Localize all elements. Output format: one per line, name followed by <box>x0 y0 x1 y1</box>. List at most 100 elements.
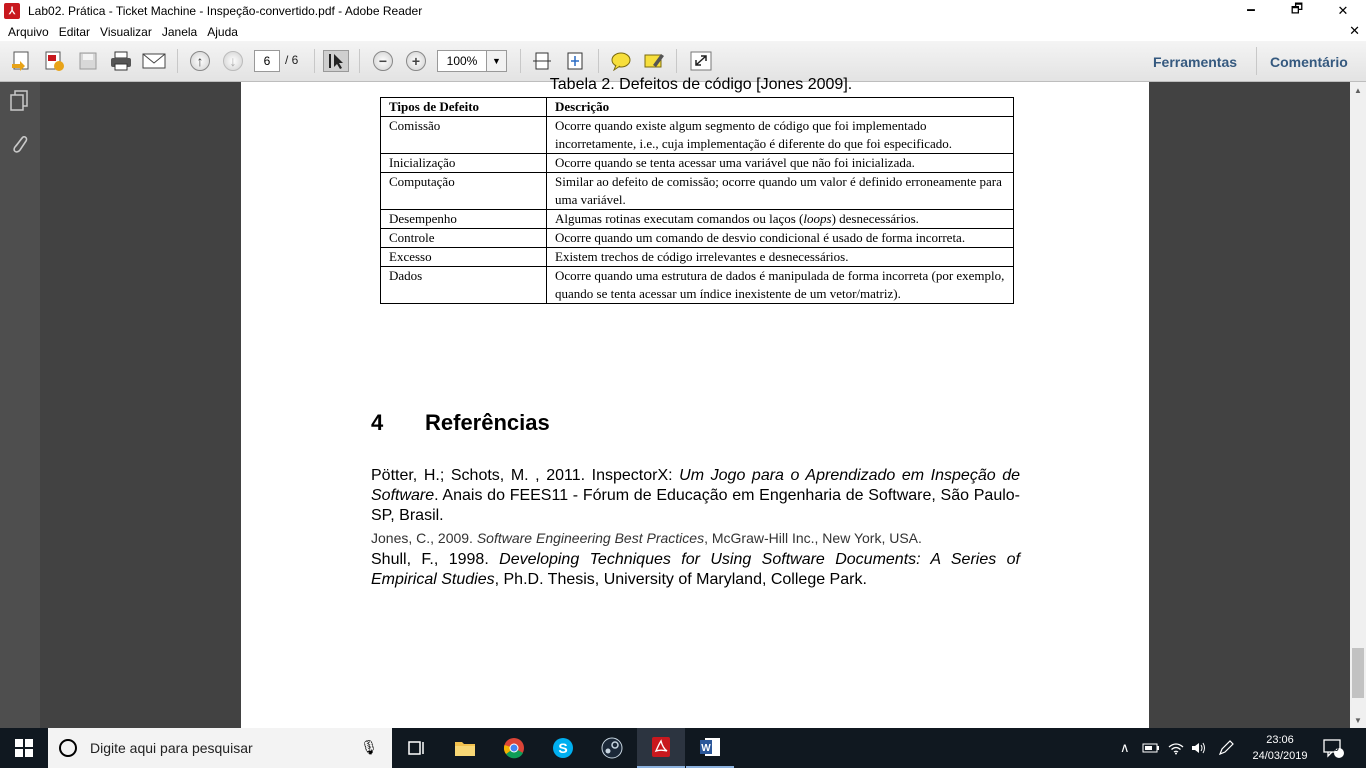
show-hidden-icons-button[interactable]: ∧ <box>1120 728 1130 768</box>
references-list: Pötter, H.; Schots, M. , 2011. Inspector… <box>371 466 1020 590</box>
action-center-button[interactable]: 9 <box>1322 728 1344 768</box>
sticky-note-button[interactable] <box>609 50 633 72</box>
pdf-page: Tabela 2. Defeitos de código [Jones 2009… <box>241 76 1149 728</box>
close-button[interactable]: ✕ <box>1320 0 1366 22</box>
defect-type-cell: Comissão <box>380 116 547 154</box>
defect-type-cell: Inicialização <box>380 153 547 173</box>
defect-type-cell: Desempenho <box>380 209 547 229</box>
arrow-down-icon: ↓ <box>223 51 243 71</box>
table-header: Tipos de Defeito <box>380 97 547 117</box>
triangle-up-icon: ▲ <box>1354 85 1362 95</box>
attachments-button[interactable] <box>9 132 29 154</box>
scroll-down-button[interactable]: ▼ <box>1350 712 1366 728</box>
close-document-button[interactable]: ✕ <box>1349 23 1360 39</box>
steam-button[interactable] <box>588 728 636 768</box>
file-explorer-button[interactable] <box>441 728 489 768</box>
fit-page-button[interactable] <box>563 50 587 72</box>
comment-pane-button[interactable]: Comentário <box>1270 54 1348 70</box>
search-placeholder: Digite aqui para pesquisar <box>90 740 253 756</box>
zoom-input[interactable]: 100% <box>437 50 487 72</box>
expand-icon <box>690 51 712 71</box>
defect-type-cell: Excesso <box>380 247 547 267</box>
paperclip-icon <box>13 135 28 153</box>
plus-icon: + <box>406 51 426 71</box>
tools-pane-button[interactable]: Ferramentas <box>1153 54 1237 70</box>
pen-workspace-button[interactable] <box>1218 728 1234 768</box>
defect-type-cell: Computação <box>380 172 547 210</box>
taskbar-search[interactable]: Digite aqui para pesquisar 🎙 <box>48 728 392 768</box>
steam-icon <box>601 737 623 759</box>
email-button[interactable] <box>142 50 166 72</box>
reference-item: Jones, C., 2009. Software Engineering Be… <box>371 530 922 546</box>
create-pdf-button[interactable] <box>9 50 33 72</box>
table-row: Controle Ocorre quando um comando de des… <box>380 228 1014 248</box>
minimize-button[interactable]: 🗕 <box>1228 0 1274 22</box>
scrollbar-thumb[interactable] <box>1352 648 1364 698</box>
reference-item: Shull, F., 1998. Developing Techniques f… <box>371 551 1020 588</box>
adobe-reader-icon: ⅄ <box>4 3 20 19</box>
print-button[interactable] <box>109 50 133 72</box>
microphone-icon[interactable]: 🎙 <box>360 739 378 756</box>
wifi-tray-button[interactable] <box>1167 728 1185 768</box>
comment-bubble-icon <box>611 52 631 71</box>
page-total: / 6 <box>285 53 299 67</box>
navigation-panel <box>0 82 40 728</box>
defects-table: Tipos de Defeito Descrição Comissão Ocor… <box>380 97 1014 304</box>
task-view-button[interactable] <box>392 728 440 768</box>
restore-button[interactable]: 🗗 <box>1274 0 1320 22</box>
wifi-icon <box>1168 743 1184 755</box>
pages-icon <box>10 90 28 111</box>
close-icon: ✕ <box>1337 3 1349 18</box>
table-row: Computação Similar ao defeito de comissã… <box>380 172 1014 210</box>
defect-description-cell: Ocorre quando se tenta acessar uma variá… <box>546 153 1014 173</box>
defect-description-cell: Ocorre quando existe algum segmento de c… <box>546 116 1014 154</box>
zoom-dropdown-button[interactable]: ▼ <box>486 50 507 72</box>
highlight-button[interactable] <box>642 50 666 72</box>
menu-ajuda[interactable]: Ajuda <box>207 25 238 39</box>
zoom-in-button[interactable]: + <box>404 50 428 72</box>
battery-tray-button[interactable] <box>1142 728 1160 768</box>
export-pdf-button[interactable] <box>42 50 66 72</box>
page-thumbnails-button[interactable] <box>9 90 29 112</box>
vertical-scrollbar[interactable]: ▲ ▼ <box>1350 82 1366 728</box>
clock-date: 24/03/2019 <box>1252 750 1308 762</box>
save-button[interactable] <box>76 50 100 72</box>
select-tool-button[interactable] <box>323 50 349 72</box>
menu-bar: Arquivo Editar Visualizar Janela Ajuda ✕ <box>0 22 1366 41</box>
word-icon: W <box>700 738 720 756</box>
table-row: Comissão Ocorre quando existe algum segm… <box>380 116 1014 154</box>
table-header-row: Tipos de Defeito Descrição <box>380 97 1014 117</box>
menu-editar[interactable]: Editar <box>59 25 90 39</box>
word-button[interactable]: W <box>686 728 734 768</box>
full-screen-button[interactable] <box>689 50 713 72</box>
previous-page-button[interactable]: ↑ <box>188 50 212 72</box>
triangle-down-icon: ▼ <box>1354 715 1362 725</box>
taskbar: Digite aqui para pesquisar 🎙 S W ∧ 23:06… <box>0 728 1366 768</box>
page-number-input[interactable]: 6 <box>254 50 280 72</box>
chrome-button[interactable] <box>490 728 538 768</box>
section-title: Referências <box>425 410 550 435</box>
system-clock[interactable]: 23:06 24/03/2019 <box>1248 732 1312 764</box>
table-caption: Tabela 2. Defeitos de código [Jones 2009… <box>549 76 853 93</box>
adobe-reader-taskbar-icon <box>652 737 670 757</box>
skype-button[interactable]: S <box>539 728 587 768</box>
save-icon <box>79 52 97 70</box>
menu-visualizar[interactable]: Visualizar <box>100 25 152 39</box>
adobe-reader-taskbar-button[interactable] <box>637 728 685 768</box>
menu-janela[interactable]: Janela <box>162 25 197 39</box>
fit-width-button[interactable] <box>530 50 554 72</box>
menu-arquivo[interactable]: Arquivo <box>8 25 49 39</box>
table-row: Excesso Existem trechos de código irrele… <box>380 247 1014 267</box>
volume-tray-button[interactable] <box>1190 728 1208 768</box>
table-row: Desempenho Algumas rotinas executam coma… <box>380 209 1014 229</box>
next-page-button[interactable]: ↓ <box>221 50 245 72</box>
section-number: 4 <box>371 410 384 435</box>
start-button[interactable] <box>0 728 48 768</box>
defect-description-cell: Algumas rotinas executam comandos ou laç… <box>546 209 1014 229</box>
svg-text:S: S <box>558 740 567 756</box>
speaker-icon <box>1192 742 1205 754</box>
scroll-up-button[interactable]: ▲ <box>1350 82 1366 98</box>
zoom-out-button[interactable]: − <box>371 50 395 72</box>
battery-icon <box>1142 743 1159 753</box>
chevron-down-icon: ▼ <box>492 56 501 66</box>
